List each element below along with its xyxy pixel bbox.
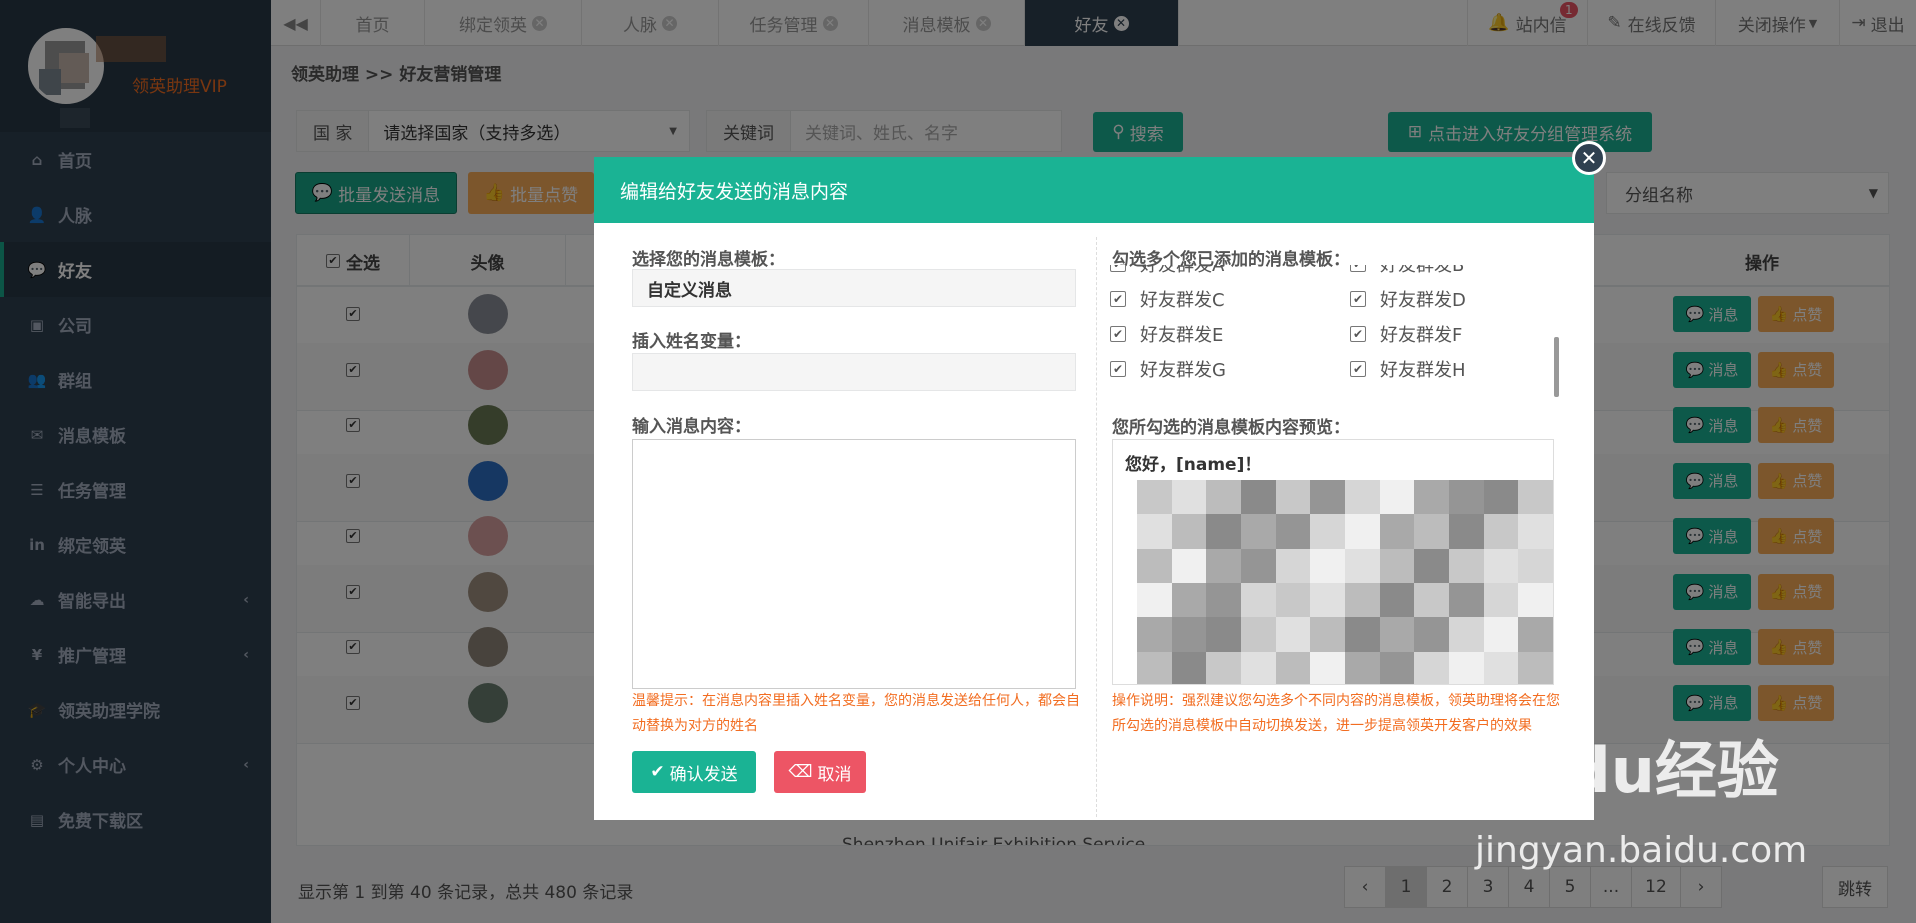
template-checkbox-item[interactable]: ✔ 好友群发H [1350,356,1466,382]
name-variable-label: 插入姓名变量： [632,332,751,352]
preview-label: 您所勾选的消息模板内容预览： [1112,418,1350,438]
preview-greeting: 您好，[name]！ [1125,455,1262,475]
checkbox[interactable]: ✔ [1350,326,1366,342]
checkbox[interactable]: ✔ [1110,326,1126,342]
checkbox[interactable]: ✔ [1110,291,1126,307]
name-variable-select[interactable] [632,353,1076,391]
checkbox[interactable]: ✔ [1350,291,1366,307]
template-checkbox-item[interactable]: ✔ 好友群发C [1110,286,1225,312]
checkbox[interactable]: ✔ [1110,265,1126,272]
scrollbar[interactable] [1554,337,1559,397]
template-checkbox-item[interactable]: ✔ 好友群发E [1110,321,1223,347]
checkbox[interactable]: ✔ [1350,361,1366,377]
template-checkbox-list[interactable]: ✔好友群发A ✔好友群发B ✔好友群发C ✔好友群发D ✔好友群发E ✔好友群发F ✔好友群… [1110,265,1572,397]
blurred-preview-content [1137,480,1553,684]
template-label: 选择您的消息模板： [632,250,785,270]
baidu-watermark: Baidu经验 [1456,734,1779,807]
confirm-send-button[interactable]: ✔ 确认发送 [632,751,756,793]
baidu-watermark-url: jingyan.baidu.com [1475,830,1808,871]
template-select[interactable]: 自定义消息 [632,269,1076,307]
template-checkbox-item[interactable]: ✔好友群发B [1350,265,1464,277]
template-checkbox-item[interactable]: ✔ 好友群发D [1350,286,1466,312]
template-checkbox-item[interactable]: ✔ 好友群发F [1350,321,1462,347]
template-preview: 您好，[name]！ [1112,439,1554,685]
check-icon: ✔ [650,762,665,782]
close-modal-icon[interactable]: ✕ [1572,141,1606,175]
send-message-modal: 编辑给好友发送的消息内容 选择您的消息模板： 自定义消息 插入姓名变量： 输入消… [594,157,1594,820]
checkbox[interactable]: ✔ [1110,361,1126,377]
content-label: 输入消息内容： [632,417,751,437]
message-content-textarea[interactable] [632,439,1076,689]
cancel-button[interactable]: ⌫ 取消 [774,751,866,793]
checkbox[interactable]: ✔ [1350,265,1366,272]
modal-title: 编辑给好友发送的消息内容 [594,157,1594,223]
left-tip: 温馨提示：在消息内容里插入姓名变量，您的消息发送给任何人，都会自动替换为对方的姓… [632,693,1080,734]
template-checkbox-item[interactable]: ✔ 好友群发G [1110,356,1226,382]
template-checkbox-item[interactable]: ✔好友群发A [1110,265,1224,277]
eraser-icon: ⌫ [788,762,813,782]
